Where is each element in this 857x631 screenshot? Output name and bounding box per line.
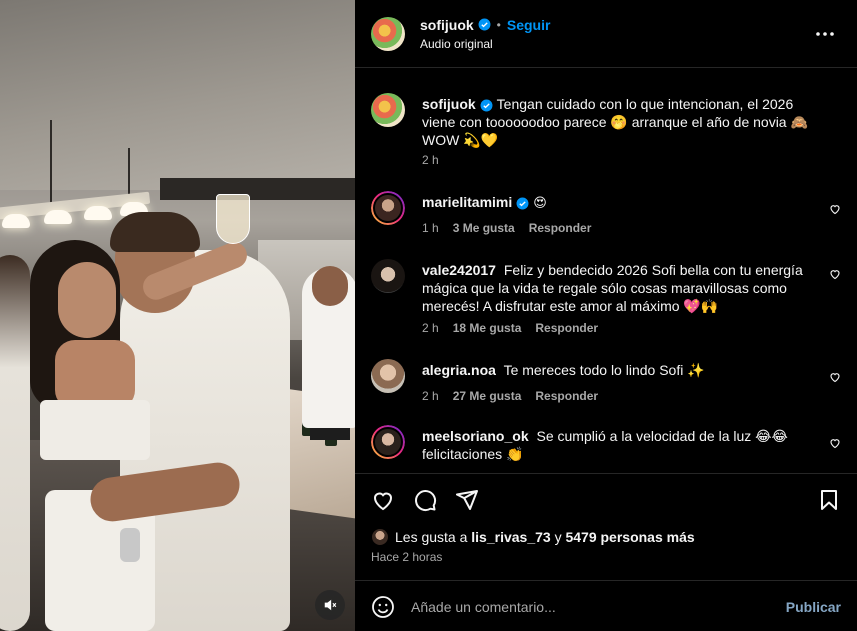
likes-prefix: Les gusta a bbox=[395, 529, 468, 545]
avatar[interactable] bbox=[371, 93, 405, 127]
post-panel: sofijuok • Seguir Audio original sofijuo… bbox=[355, 0, 857, 631]
reply-button[interactable]: Responder bbox=[529, 221, 592, 235]
verified-icon bbox=[480, 99, 493, 112]
verified-icon bbox=[516, 197, 529, 210]
caption-time[interactable]: 2 h bbox=[422, 153, 439, 167]
save-icon[interactable] bbox=[817, 488, 841, 512]
comment-username[interactable]: alegria.noa bbox=[422, 362, 496, 378]
wristwatch bbox=[120, 528, 140, 562]
likes-others[interactable]: 5479 personas más bbox=[565, 529, 694, 545]
heart-icon[interactable] bbox=[829, 437, 841, 449]
avatar[interactable] bbox=[371, 16, 405, 51]
more-options-button[interactable] bbox=[813, 22, 837, 46]
post-actions: Les gusta a lis_rivas_73 y 5479 personas… bbox=[355, 473, 857, 631]
avatar[interactable] bbox=[371, 191, 405, 225]
avatar[interactable] bbox=[371, 259, 405, 293]
heart-icon[interactable] bbox=[829, 268, 841, 280]
comment-composer: Publicar bbox=[355, 580, 857, 631]
comment-text: Te mereces todo lo lindo Sofi ✨ bbox=[503, 362, 705, 378]
avatar[interactable] bbox=[371, 359, 405, 393]
post-header: sofijuok • Seguir Audio original bbox=[355, 0, 857, 68]
comment-input[interactable] bbox=[411, 598, 786, 615]
reply-button[interactable]: Responder bbox=[535, 389, 598, 403]
comment-likes[interactable]: 18 Me gusta bbox=[453, 321, 522, 335]
woman-top bbox=[40, 400, 150, 460]
ceiling-beam bbox=[160, 178, 355, 200]
comment-time[interactable]: 1 h bbox=[422, 221, 439, 235]
post-video[interactable] bbox=[0, 0, 355, 631]
mute-button[interactable] bbox=[315, 590, 345, 620]
lamp-bulb bbox=[2, 214, 30, 228]
lamp-bulb bbox=[84, 206, 112, 220]
comment-time[interactable]: 2 h bbox=[422, 389, 439, 403]
lamp-bulb bbox=[44, 210, 72, 224]
lamp-wire bbox=[50, 120, 52, 208]
likes-summary[interactable]: Les gusta a lis_rivas_73 y 5479 personas… bbox=[371, 528, 695, 546]
comment-icon[interactable] bbox=[413, 488, 437, 512]
ceiling bbox=[0, 0, 355, 190]
guest bbox=[0, 255, 30, 631]
author-username[interactable]: sofijuok bbox=[420, 17, 474, 33]
comment-text: 😍 bbox=[533, 196, 547, 211]
more-icon bbox=[816, 32, 834, 36]
wine-glass bbox=[216, 194, 250, 244]
emoji-icon[interactable] bbox=[371, 595, 395, 619]
post-time[interactable]: Hace 2 horas bbox=[371, 550, 442, 564]
verified-icon bbox=[478, 18, 491, 31]
heart-icon[interactable] bbox=[829, 371, 841, 383]
comment-likes[interactable]: 3 Me gusta bbox=[453, 221, 515, 235]
heart-icon[interactable] bbox=[371, 488, 395, 512]
comment-username[interactable]: meelsoriano_ok bbox=[422, 428, 529, 444]
reply-button[interactable]: Responder bbox=[535, 321, 598, 335]
avatar[interactable] bbox=[371, 425, 405, 459]
likes-connector: y bbox=[554, 529, 562, 545]
comment-likes[interactable]: 27 Me gusta bbox=[453, 389, 522, 403]
avatar bbox=[371, 528, 389, 546]
comment-username[interactable]: marielitamimi bbox=[422, 194, 512, 210]
follow-button[interactable]: Seguir bbox=[507, 17, 551, 33]
comment-time[interactable]: 2 h bbox=[422, 321, 439, 335]
share-icon[interactable] bbox=[455, 488, 479, 512]
guest-head bbox=[312, 266, 348, 306]
audio-label[interactable]: Audio original bbox=[420, 37, 550, 51]
mute-icon bbox=[324, 599, 337, 611]
publish-button[interactable]: Publicar bbox=[786, 599, 841, 615]
caption-username[interactable]: sofijuok bbox=[422, 96, 476, 112]
comments-list[interactable]: sofijuok Tengan cuidado con lo que intenc… bbox=[355, 69, 857, 473]
likes-user[interactable]: lis_rivas_73 bbox=[471, 529, 550, 545]
man-hair bbox=[110, 212, 200, 252]
heart-icon[interactable] bbox=[829, 203, 841, 215]
comment-username[interactable]: vale242017 bbox=[422, 262, 496, 278]
separator-dot: • bbox=[496, 17, 501, 32]
woman-face bbox=[58, 262, 116, 338]
